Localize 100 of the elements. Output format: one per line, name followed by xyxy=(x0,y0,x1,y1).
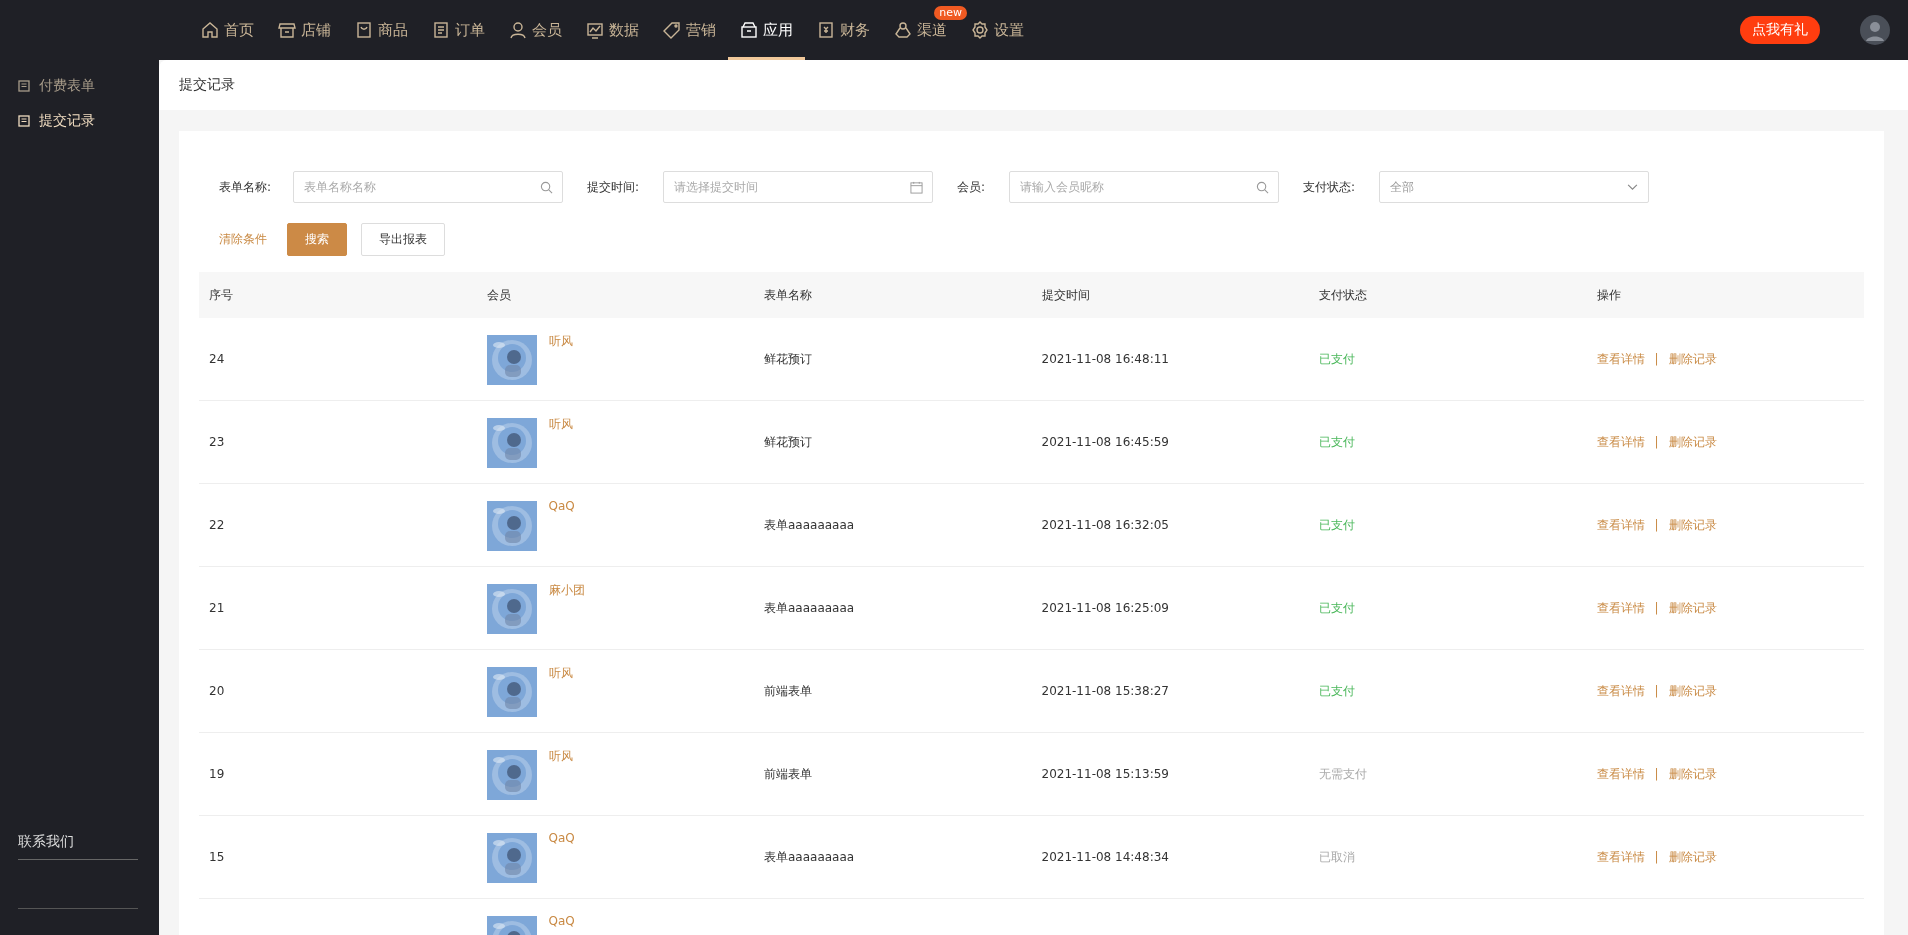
table-cell: 22 xyxy=(209,518,225,532)
search-button[interactable]: 搜索 xyxy=(287,223,347,256)
member-link[interactable]: 听风 xyxy=(548,665,573,682)
details-link[interactable]: 查看详情 xyxy=(1596,350,1645,368)
table-cell: 表单aaaaaaaaa xyxy=(764,848,855,866)
column-header: 序号 xyxy=(209,286,233,304)
column-header: 支付状态 xyxy=(1319,286,1367,304)
status-text: 已支付 xyxy=(1319,516,1355,534)
nav-icon xyxy=(586,21,604,39)
table-cell: 鲜花预订 xyxy=(764,350,812,368)
gift-button[interactable]: 点我有礼 xyxy=(1740,16,1820,44)
export-button[interactable]: 导出报表 xyxy=(361,223,445,256)
page-title: 提交记录 xyxy=(179,76,235,94)
nav-tab[interactable]: 会员 xyxy=(497,0,574,60)
table-cell: 21 xyxy=(209,601,225,615)
table-cell: 表单aaaaaaaaa xyxy=(764,516,855,534)
nav-tab[interactable]: 订单 xyxy=(420,0,497,60)
table-cell: 2021-11-08 16:32:05 xyxy=(1041,518,1169,532)
delete-link[interactable]: 删除记录 xyxy=(1668,516,1717,534)
table-cell: 前端表单 xyxy=(764,682,812,700)
nav-tab[interactable]: 首页 xyxy=(189,0,266,60)
column-header: 会员 xyxy=(486,286,511,304)
separator: | xyxy=(1654,601,1659,615)
details-link[interactable]: 查看详情 xyxy=(1596,848,1645,866)
table-cell: 2021-11-08 16:48:11 xyxy=(1041,352,1169,366)
search-field[interactable]: 表单名称名称 xyxy=(293,171,563,203)
member-link[interactable]: 麻小团 xyxy=(548,582,585,599)
details-link[interactable]: 查看详情 xyxy=(1596,433,1645,451)
nav-tab[interactable]: 财务 xyxy=(805,0,882,60)
member-link[interactable]: 听风 xyxy=(548,416,573,433)
table-cell: 15 xyxy=(209,850,225,864)
nav-icon xyxy=(432,21,450,39)
sidebar-item[interactable]: 提交记录 xyxy=(18,103,159,138)
chevron-down-icon xyxy=(1627,183,1638,191)
form-icon xyxy=(18,114,30,127)
member-link[interactable]: 听风 xyxy=(548,748,573,765)
status-text: 已支付 xyxy=(1319,433,1355,451)
table-cell: 2021-11-08 15:13:59 xyxy=(1041,767,1169,781)
member-link[interactable]: QaQ xyxy=(548,914,575,928)
nav-icon xyxy=(201,21,219,39)
table-cell: 2021-11-08 14:48:34 xyxy=(1041,850,1169,864)
status-select[interactable]: 全部 xyxy=(1379,171,1649,203)
column-header: 操作 xyxy=(1596,286,1621,304)
status-text: 已取消 xyxy=(1319,848,1355,866)
table-cell: 19 xyxy=(209,767,225,781)
table-cell: 20 xyxy=(209,684,225,698)
delete-link[interactable]: 删除记录 xyxy=(1668,350,1717,368)
table-cell: 鲜花预订 xyxy=(764,433,812,451)
nav-tab[interactable]: 商品 xyxy=(343,0,420,60)
separator: | xyxy=(1654,767,1659,781)
details-link[interactable]: 查看详情 xyxy=(1596,765,1645,783)
filter-label: 表单名称: xyxy=(219,178,273,196)
nav-icon xyxy=(663,21,681,39)
nav-icon xyxy=(817,21,835,39)
search-icon xyxy=(1256,181,1269,194)
delete-link[interactable]: 删除记录 xyxy=(1668,765,1717,783)
table-cell: 前端表单 xyxy=(764,765,812,783)
nav-tab[interactable]: 店铺 xyxy=(266,0,343,60)
nav-icon xyxy=(740,21,758,39)
delete-link[interactable]: 删除记录 xyxy=(1668,682,1717,700)
search-icon xyxy=(540,181,553,194)
table-cell: 2021-11-08 16:45:59 xyxy=(1041,435,1169,449)
table-cell: 24 xyxy=(209,352,225,366)
separator: | xyxy=(1654,518,1659,532)
nav-tab[interactable]: 营销 xyxy=(651,0,728,60)
nav-icon xyxy=(509,21,527,39)
clear-link[interactable]: 清除条件 xyxy=(219,231,267,248)
separator: | xyxy=(1654,850,1659,864)
delete-link[interactable]: 删除记录 xyxy=(1668,599,1717,617)
status-text: 无需支付 xyxy=(1319,765,1367,783)
new-badge: new xyxy=(934,6,967,20)
member-link[interactable]: QaQ xyxy=(548,831,575,845)
delete-link[interactable]: 删除记录 xyxy=(1668,433,1717,451)
column-header: 提交时间 xyxy=(1041,286,1090,304)
separator: | xyxy=(1654,435,1659,449)
member-link[interactable]: 听风 xyxy=(548,333,573,350)
nav-tab[interactable]: 数据 xyxy=(574,0,651,60)
table-cell: 2021-11-08 15:38:27 xyxy=(1041,684,1169,698)
avatar-icon[interactable] xyxy=(1860,15,1890,45)
sidebar-item[interactable]: 付费表单 xyxy=(18,68,159,103)
form-icon xyxy=(18,79,30,92)
date-field[interactable]: 请选择提交时间 xyxy=(663,171,933,203)
contact-heading: 联系我们 xyxy=(18,833,138,860)
nav-icon xyxy=(971,21,989,39)
details-link[interactable]: 查看详情 xyxy=(1596,599,1645,617)
details-link[interactable]: 查看详情 xyxy=(1596,516,1645,534)
status-text: 已支付 xyxy=(1319,682,1355,700)
column-header: 表单名称 xyxy=(764,286,812,304)
table-cell: 23 xyxy=(209,435,225,449)
filter-label: 支付状态: xyxy=(1303,178,1357,196)
details-link[interactable]: 查看详情 xyxy=(1596,682,1645,700)
table-cell: 表单aaaaaaaaa xyxy=(764,599,855,617)
filter-label: 会员: xyxy=(957,178,987,196)
search-field[interactable]: 请输入会员昵称 xyxy=(1009,171,1279,203)
delete-link[interactable]: 删除记录 xyxy=(1668,848,1717,866)
status-text: 已支付 xyxy=(1319,350,1355,368)
filter-label: 提交时间: xyxy=(587,178,641,196)
member-link[interactable]: QaQ xyxy=(548,499,575,513)
separator: | xyxy=(1654,352,1659,366)
status-text: 已支付 xyxy=(1319,599,1355,617)
